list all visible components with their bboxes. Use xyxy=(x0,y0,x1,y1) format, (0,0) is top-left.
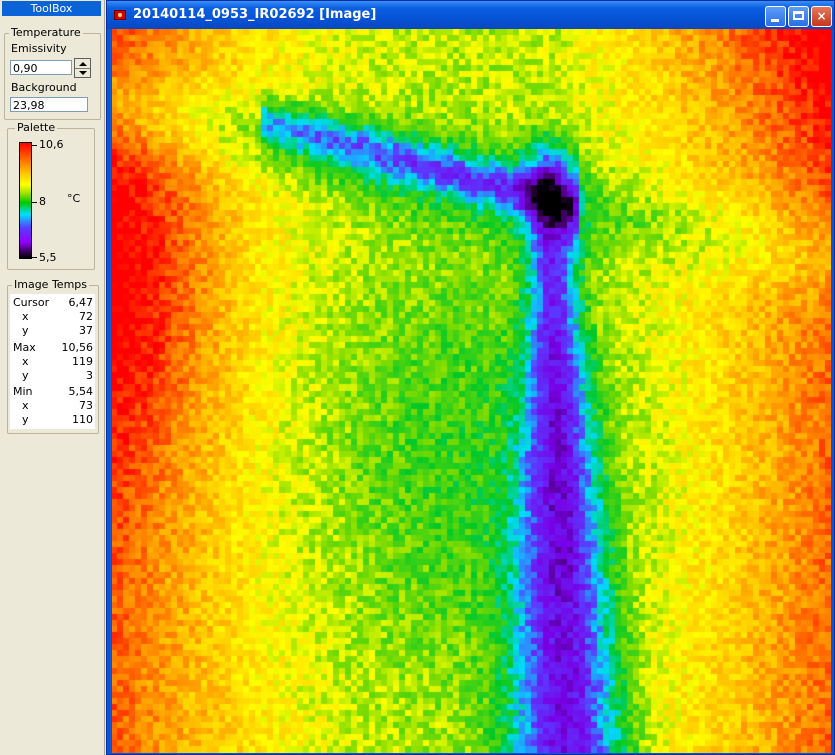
palette-mid-label: 8 xyxy=(39,195,46,208)
image-temps-legend: Image Temps xyxy=(12,278,89,291)
palette-tick-min xyxy=(32,257,37,258)
palette-unit-label: °C xyxy=(67,192,81,205)
maximize-button[interactable] xyxy=(788,6,809,27)
temps-value: 37 xyxy=(79,324,93,337)
temps-value: 6,47 xyxy=(68,296,94,309)
thermal-image-area[interactable] xyxy=(112,29,831,753)
minimize-button[interactable] xyxy=(765,6,786,27)
temps-row-max: Max 10,56 xyxy=(10,341,93,355)
toolbox-panel: ToolBox Temperature Emissivity 0,90 Back… xyxy=(0,0,105,755)
arrow-down-icon xyxy=(78,70,87,75)
temps-value: 72 xyxy=(79,310,93,323)
temps-row-min: Min 5,54 xyxy=(10,385,93,399)
palette-min-label: 5,5 xyxy=(39,251,57,264)
temps-value: 5,54 xyxy=(68,385,94,398)
close-button[interactable]: × xyxy=(811,6,832,27)
background-field[interactable]: 23,98 xyxy=(10,97,88,112)
palette-tick-max xyxy=(32,145,37,146)
temps-row-cursor-y: y 37 xyxy=(10,324,93,338)
temps-key: Min xyxy=(13,385,33,398)
minimize-icon xyxy=(771,19,779,22)
temps-value: 10,56 xyxy=(61,341,94,354)
window-titlebar[interactable]: 20140114_0953_IR02692 [Image] × xyxy=(107,1,834,29)
image-window: 20140114_0953_IR02692 [Image] × xyxy=(106,0,835,755)
emissivity-field[interactable]: 0,90 xyxy=(10,60,72,75)
temps-row-min-y: y 110 xyxy=(10,413,93,427)
camera-app-icon[interactable] xyxy=(114,10,126,20)
temps-row-max-x: x 119 xyxy=(10,355,93,369)
temps-row-cursor: Cursor 6,47 xyxy=(10,296,93,310)
image-temps-table: Cursor 6,47 x 72 y 37 Max 10,56 x 119 y3 Min 5… xyxy=(10,294,95,429)
palette-max-label: 10,6 xyxy=(39,138,64,151)
toolbox-title: ToolBox xyxy=(2,1,101,16)
temps-value: 3 xyxy=(86,369,93,382)
emissivity-spinner[interactable] xyxy=(74,58,91,78)
temps-key: x xyxy=(22,355,29,368)
palette-legend: Palette xyxy=(15,121,58,134)
arrow-up-icon xyxy=(78,61,87,66)
temps-key: y xyxy=(22,413,29,426)
palette-colorbar xyxy=(19,142,32,259)
temps-key: y xyxy=(22,324,29,337)
temps-value: 73 xyxy=(79,399,93,412)
temps-key: x xyxy=(22,310,29,323)
thermal-image[interactable] xyxy=(112,29,831,753)
temps-row-max-y: y3 xyxy=(10,369,93,383)
spin-down-button[interactable] xyxy=(75,68,90,77)
temps-value: 119 xyxy=(72,355,93,368)
temps-row-cursor-x: x 72 xyxy=(10,310,93,324)
maximize-icon xyxy=(793,11,804,20)
temps-key: Cursor xyxy=(13,296,50,309)
temperature-legend: Temperature xyxy=(9,26,83,39)
temps-key: x xyxy=(22,399,29,412)
temps-key: Max xyxy=(13,341,36,354)
emissivity-label: Emissivity xyxy=(11,42,67,55)
temps-value: 110 xyxy=(72,413,93,426)
temps-key: y xyxy=(22,369,29,382)
palette-tick-mid xyxy=(32,202,37,203)
temps-row-min-x: x 73 xyxy=(10,399,93,413)
window-title: 20140114_0953_IR02692 [Image] xyxy=(133,7,377,22)
background-label: Background xyxy=(11,81,77,94)
